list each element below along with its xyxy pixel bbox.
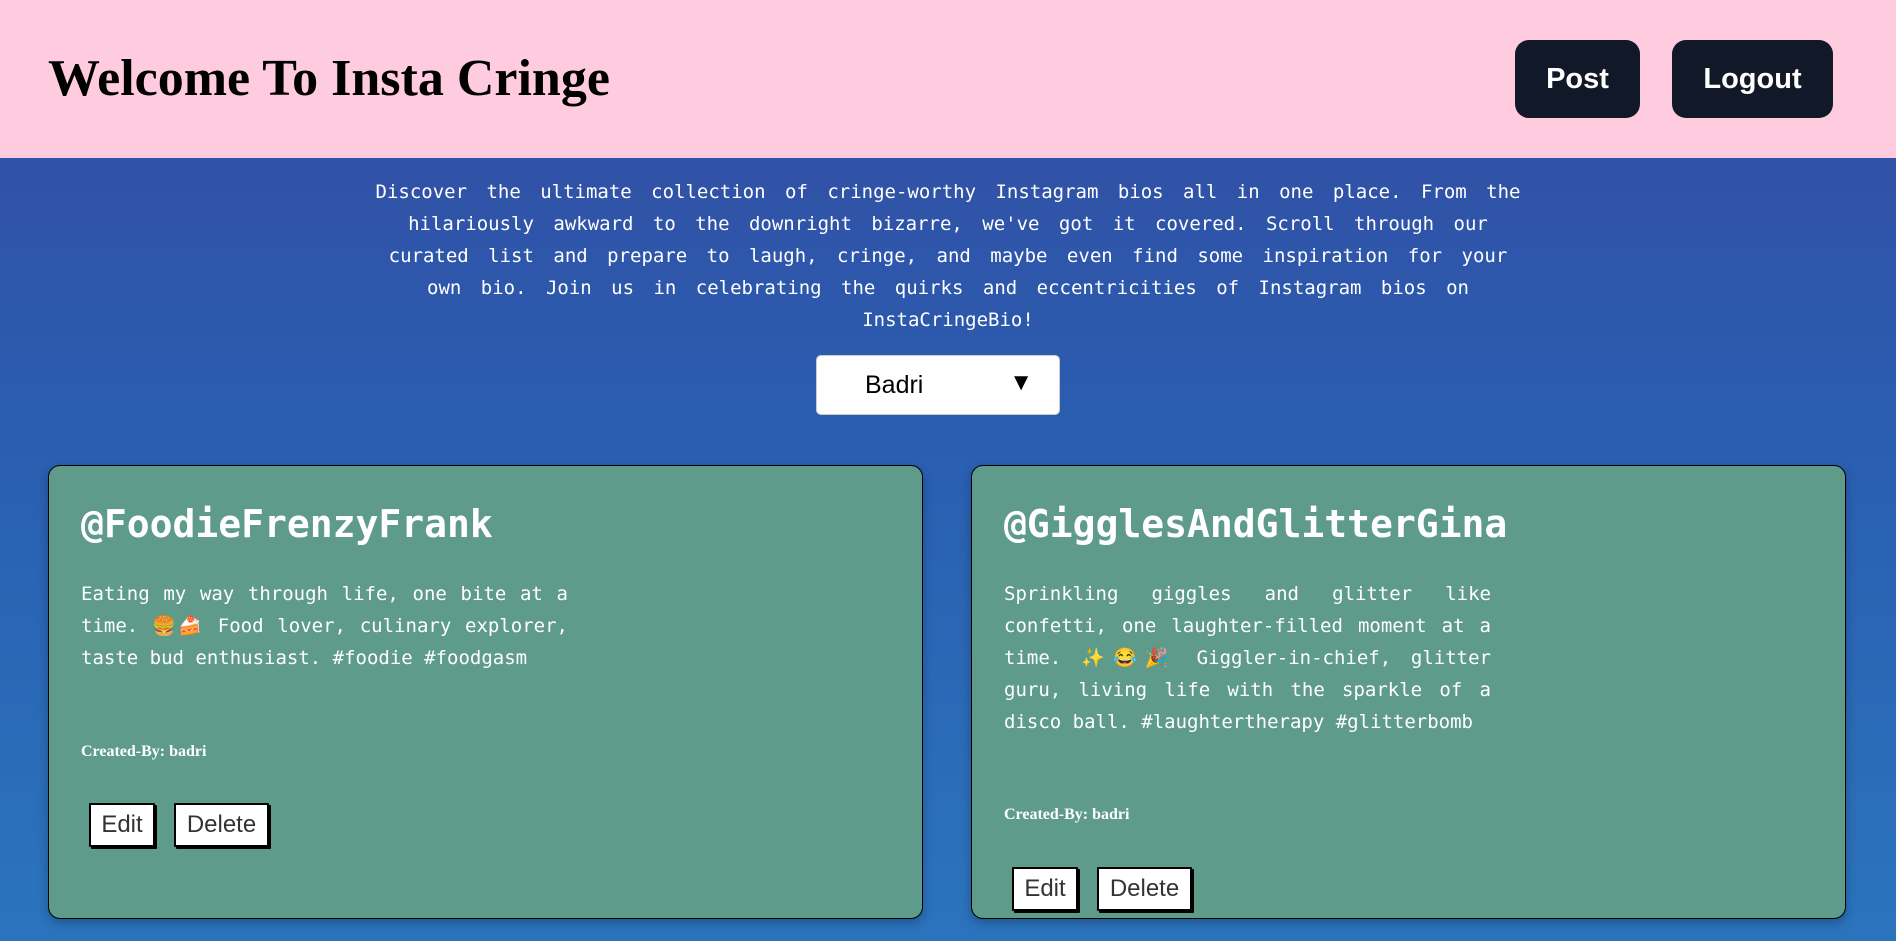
dropdown-arrow-icon: ▼ [1009, 369, 1033, 396]
card-bio: Sprinkling giggles and glitter like conf… [1004, 583, 1491, 733]
card-handle: @GigglesAndGlitterGina [1004, 502, 1508, 546]
edit-button[interactable]: Edit [89, 803, 155, 847]
user-filter-value: Badri [865, 371, 924, 399]
user-filter-select[interactable]: Badri ▼ [816, 355, 1060, 415]
card-created-by: Created-By: badri [1004, 806, 1130, 823]
header: Welcome To Insta Cringe Post Logout [0, 0, 1896, 158]
bio-card: @FoodieFrenzyFrank Eating my way through… [48, 465, 923, 919]
delete-button[interactable]: Delete [1097, 867, 1192, 911]
delete-button[interactable]: Delete [174, 803, 269, 847]
card-handle: @FoodieFrenzyFrank [81, 502, 493, 546]
edit-button[interactable]: Edit [1012, 867, 1078, 911]
card-bio: Eating my way through life, one bite at … [81, 583, 568, 669]
bio-card: @GigglesAndGlitterGina Sprinkling giggle… [971, 465, 1846, 919]
card-created-by: Created-By: badri [81, 743, 207, 760]
intro-text: Discover the ultimate collection of crin… [375, 181, 1521, 331]
page-title: Welcome To Insta Cringe [48, 50, 610, 107]
logout-button[interactable]: Logout [1672, 40, 1833, 118]
post-button[interactable]: Post [1515, 40, 1640, 118]
